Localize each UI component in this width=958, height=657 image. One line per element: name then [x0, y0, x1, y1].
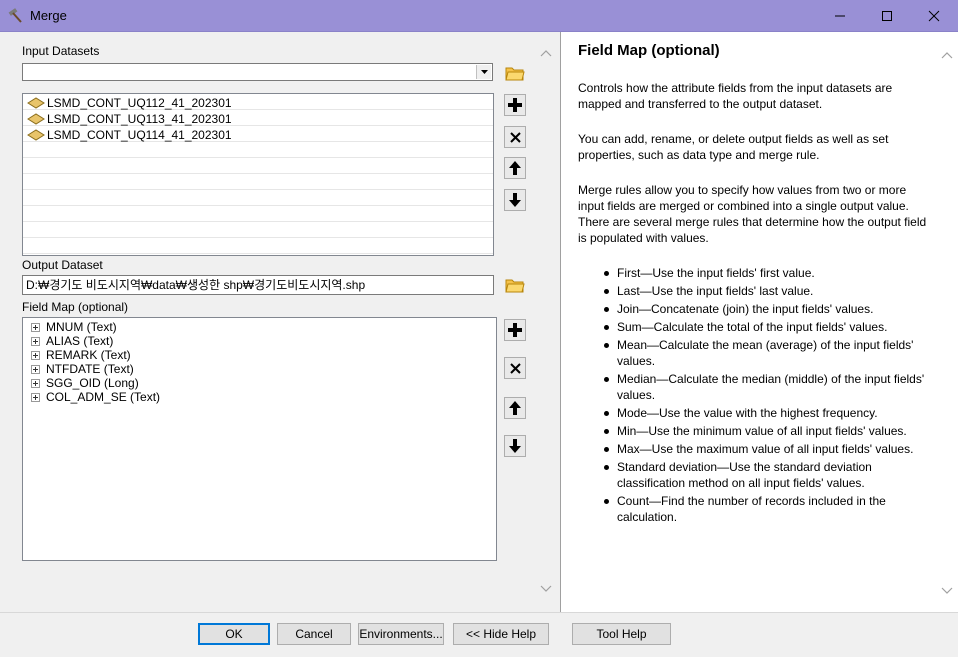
list-item: Mode—Use the value with the highest freq…	[578, 405, 938, 421]
open-folder-icon	[505, 67, 525, 81]
maximize-icon	[882, 10, 892, 21]
move-up-field-button[interactable]	[504, 397, 526, 419]
remove-field-button[interactable]	[504, 357, 526, 379]
field-map-tree[interactable]: MNUM (Text) ALIAS (Text) REMARK (Text) N…	[22, 317, 497, 561]
maximize-button[interactable]	[864, 0, 910, 31]
help-paragraph: You can add, rename, or delete output fi…	[578, 132, 889, 162]
field-map-item[interactable]: COL_ADM_SE (Text)	[31, 390, 160, 404]
expand-icon[interactable]	[31, 322, 40, 332]
expand-icon[interactable]	[31, 392, 40, 402]
window-title: Merge	[30, 8, 67, 23]
arrow-up-icon	[509, 401, 521, 415]
output-dataset-field[interactable]: D:₩경기도 비도시지역₩data₩생성한 shp₩경기도비도시지역.shp	[22, 275, 494, 295]
help-paragraph: Controls how the attribute fields from t…	[578, 81, 893, 111]
browse-input-button[interactable]	[504, 62, 526, 84]
list-item: Count—Find the number of records include…	[578, 493, 938, 525]
expand-icon[interactable]	[31, 364, 40, 374]
plus-icon	[508, 323, 522, 337]
move-down-field-button[interactable]	[504, 435, 526, 457]
title-bar: Merge	[0, 0, 958, 32]
help-title: Field Map (optional)	[578, 42, 720, 59]
tool-help-button[interactable]: Tool Help	[572, 623, 671, 645]
chevron-up-icon[interactable]	[938, 48, 956, 62]
field-map-item[interactable]: MNUM (Text)	[31, 320, 117, 334]
list-item[interactable]: LSMD_CONT_UQ113_41_202301	[27, 111, 232, 127]
input-datasets-list[interactable]: LSMD_CONT_UQ112_41_202301 LSMD_CONT_UQ11…	[22, 93, 494, 256]
help-pane: Field Map (optional) Controls how the at…	[560, 32, 958, 612]
open-folder-icon	[505, 279, 525, 293]
expand-icon[interactable]	[31, 350, 40, 360]
close-icon	[928, 10, 940, 21]
field-map-label: Field Map (optional)	[22, 300, 129, 314]
minimize-button[interactable]	[817, 0, 863, 31]
expand-icon[interactable]	[31, 336, 40, 346]
input-datasets-label: Input Datasets	[22, 44, 100, 58]
field-map-item[interactable]: SGG_OID (Long)	[31, 376, 139, 390]
list-item: Join—Concatenate (join) the input fields…	[578, 301, 938, 317]
arrow-up-icon	[509, 161, 521, 175]
minimize-icon	[835, 15, 845, 16]
plus-icon	[508, 98, 522, 112]
move-down-input-button[interactable]	[504, 189, 526, 211]
expand-icon[interactable]	[31, 378, 40, 388]
list-item: Median—Calculate the median (middle) of …	[578, 371, 938, 403]
environments-button[interactable]: Environments...	[358, 623, 444, 645]
add-field-button[interactable]	[504, 319, 526, 341]
cancel-button[interactable]: Cancel	[277, 623, 351, 645]
polygon-layer-icon	[27, 97, 45, 109]
field-map-item[interactable]: ALIAS (Text)	[31, 334, 113, 348]
remove-input-button[interactable]	[504, 126, 526, 148]
field-map-item[interactable]: NTFDATE (Text)	[31, 362, 134, 376]
chevron-down-icon[interactable]	[938, 584, 956, 598]
help-scrollbar[interactable]	[938, 38, 956, 608]
chevron-down-icon[interactable]	[476, 65, 491, 79]
input-datasets-combo[interactable]	[22, 63, 493, 81]
x-icon	[509, 131, 521, 143]
chevron-down-icon[interactable]	[537, 582, 555, 596]
x-icon	[509, 362, 521, 374]
merge-rules-list: First—Use the input fields' first value.…	[578, 265, 938, 527]
arrow-down-icon	[509, 193, 521, 207]
list-item: Standard deviation—Use the standard devi…	[578, 459, 938, 491]
chevron-up-icon[interactable]	[537, 46, 555, 60]
hammer-icon	[8, 8, 22, 23]
list-item[interactable]: LSMD_CONT_UQ114_41_202301	[27, 127, 232, 143]
hide-help-button[interactable]: << Hide Help	[453, 623, 549, 645]
arrow-down-icon	[509, 439, 521, 453]
add-input-button[interactable]	[504, 94, 526, 116]
list-item[interactable]: LSMD_CONT_UQ112_41_202301	[27, 95, 232, 111]
browse-output-button[interactable]	[504, 274, 526, 296]
field-map-item[interactable]: REMARK (Text)	[31, 348, 131, 362]
polygon-layer-icon	[27, 113, 45, 125]
list-item: Sum—Calculate the total of the input fie…	[578, 319, 938, 335]
list-item: Min—Use the minimum value of all input f…	[578, 423, 938, 439]
dialog-button-bar: OK Cancel Environments... << Hide Help T…	[0, 612, 958, 657]
list-item: Last—Use the input fields' last value.	[578, 283, 938, 299]
list-item: Mean—Calculate the mean (average) of the…	[578, 337, 938, 369]
close-button[interactable]	[911, 0, 957, 31]
parameters-scrollbar[interactable]	[537, 38, 555, 608]
list-item: First—Use the input fields' first value.	[578, 265, 938, 281]
help-paragraph: Merge rules allow you to specify how val…	[578, 183, 927, 245]
polygon-layer-icon	[27, 129, 45, 141]
output-dataset-label: Output Dataset	[22, 258, 103, 272]
ok-button[interactable]: OK	[198, 623, 270, 645]
move-up-input-button[interactable]	[504, 157, 526, 179]
list-item: Max—Use the maximum value of all input f…	[578, 441, 938, 457]
